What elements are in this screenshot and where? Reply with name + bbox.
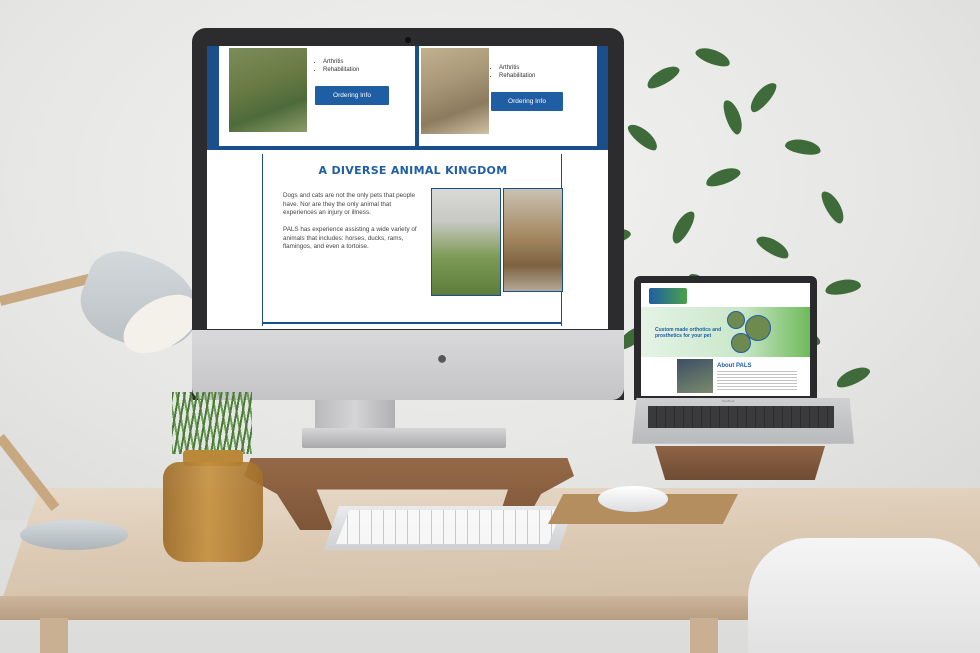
diverse-animal-section: A DIVERSE ANIMAL KINGDOM Dogs and cats a… bbox=[262, 154, 563, 326]
grass-plant bbox=[172, 392, 252, 454]
bullet-list: Arthritis Rehabilitation bbox=[491, 64, 535, 80]
chair bbox=[748, 538, 980, 653]
imac-chin bbox=[192, 330, 624, 400]
product-card: Arthritis Rehabilitation Ordering Info bbox=[219, 46, 415, 146]
imac-stand-foot bbox=[302, 428, 506, 448]
apple-logo-icon: ● bbox=[436, 348, 448, 368]
camera-icon bbox=[405, 37, 411, 43]
bullet-item: Arthritis bbox=[499, 64, 535, 72]
section-title: A DIVERSE ANIMAL KINGDOM bbox=[318, 164, 508, 177]
ordering-info-button[interactable]: Ordering Info bbox=[315, 86, 389, 105]
mouse bbox=[598, 486, 668, 512]
site-logo bbox=[649, 288, 687, 304]
pet-photo-circle bbox=[727, 311, 745, 329]
about-paragraph bbox=[717, 371, 797, 391]
section-paragraph: PALS has experience assisting a wide var… bbox=[283, 226, 417, 250]
duck-photo bbox=[503, 188, 563, 292]
bullet-list: Arthritis Rehabilitation bbox=[315, 58, 359, 74]
bullet-item: Rehabilitation bbox=[323, 66, 359, 74]
laptop-brand-label: MacBook bbox=[722, 399, 735, 403]
lamp-base bbox=[20, 520, 128, 550]
about-title: About PALS bbox=[717, 363, 752, 369]
amber-glass-jar bbox=[163, 462, 263, 562]
desk-leg bbox=[690, 618, 718, 653]
keyboard-keys bbox=[336, 510, 562, 544]
section-divider bbox=[262, 322, 562, 324]
laptop-keyboard bbox=[648, 406, 834, 428]
llama-photo bbox=[431, 188, 501, 296]
about-photo bbox=[677, 359, 713, 393]
laptop-screen: Custom made orthotics and prosthetics fo… bbox=[641, 283, 810, 396]
hero-text: Custom made orthotics and prosthetics fo… bbox=[655, 327, 722, 339]
ordering-info-button[interactable]: Ordering Info bbox=[491, 92, 563, 111]
imac-screen: Arthritis Rehabilitation Ordering Info A… bbox=[207, 46, 608, 329]
desk-leg bbox=[40, 618, 68, 653]
bullet-item: Arthritis bbox=[323, 58, 359, 66]
product-card: Arthritis Rehabilitation Ordering Info bbox=[419, 46, 597, 146]
pet-photo-circle bbox=[731, 333, 751, 353]
section-paragraph: Dogs and cats are not the only pets that… bbox=[283, 192, 415, 216]
laptop-stand bbox=[655, 446, 825, 480]
dog-photo bbox=[227, 46, 309, 134]
bullet-item: Rehabilitation bbox=[499, 72, 535, 80]
cat-photo bbox=[419, 46, 491, 136]
product-cards-band: Arthritis Rehabilitation Ordering Info A… bbox=[207, 46, 608, 150]
